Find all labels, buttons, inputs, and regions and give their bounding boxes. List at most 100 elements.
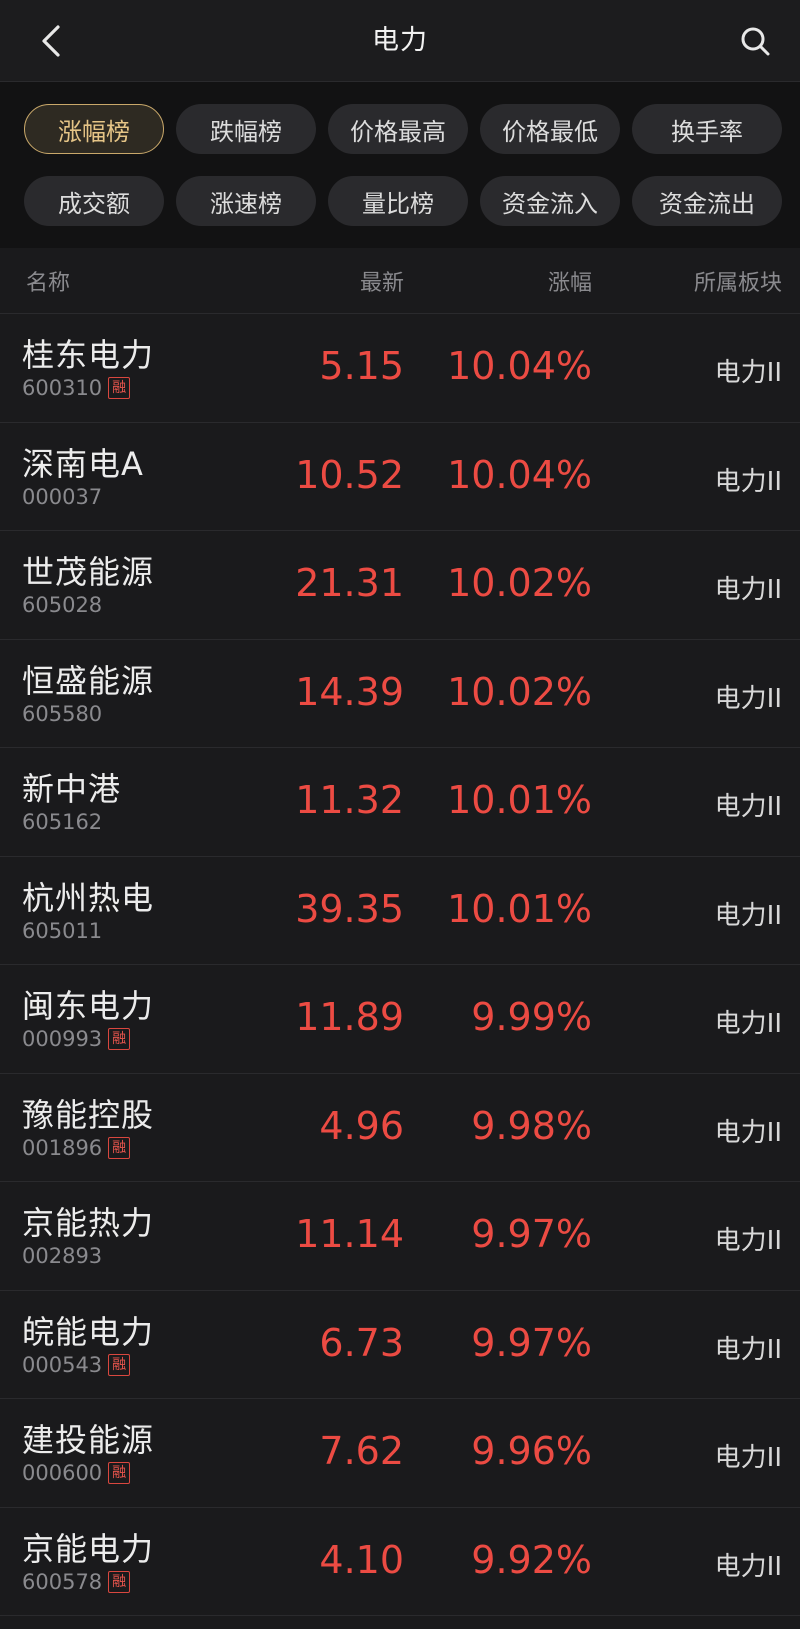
stock-code: 000600 (22, 1461, 103, 1485)
stock-change: 10.04% (447, 344, 592, 388)
stock-code: 605011 (22, 918, 103, 943)
table-row[interactable]: 深南电A 000037 10.52 10.04% 电力II (0, 423, 800, 531)
stock-change: 9.96% (471, 1429, 592, 1473)
table-row[interactable]: 闽东电力 000993 融 11.89 9.99% 电力II (0, 965, 800, 1074)
filter-chip-gainers[interactable]: 涨幅榜 (24, 104, 164, 154)
table-row[interactable]: 世茂能源 605028 21.31 10.02% 电力II (0, 531, 800, 640)
stock-change: 10.01% (447, 778, 592, 822)
stock-sector: 电力II (714, 1009, 782, 1039)
stock-code: 605162 (22, 810, 103, 834)
search-button[interactable] (732, 18, 778, 64)
table-row[interactable]: 杭州热电 605011 39.35 10.01% 电力II (0, 857, 800, 965)
table-row[interactable]: 恒盛能源 605580 14.39 10.02% 电力II (0, 640, 800, 748)
table-header: 名称 最新 涨幅 所属板块 (0, 248, 800, 314)
stock-sector: 电力II (714, 792, 782, 822)
stock-code-line: 000543 融 (22, 1352, 131, 1377)
table-row[interactable]: 皖能电力 000543 融 6.73 9.97% 电力II (0, 1291, 800, 1399)
stock-price: 4.96 (319, 1103, 404, 1148)
table-row[interactable]: 新中港 605162 11.32 10.01% 电力II (0, 748, 800, 857)
stock-code-line: 605580 (22, 702, 102, 726)
stock-price: 21.31 (295, 561, 404, 605)
search-icon (741, 27, 770, 56)
stock-name: 杭州热电 (22, 878, 155, 917)
stock-code-line: 000037 (22, 485, 102, 509)
margin-trading-badge: 融 (108, 1462, 131, 1484)
column-header-change[interactable]: 涨幅 (548, 265, 592, 297)
stock-sector: 电力II (714, 1334, 782, 1365)
stock-name: 恒盛能源 (22, 661, 155, 700)
stock-sector: 电力II (714, 1443, 782, 1473)
stock-change: 10.04% (447, 452, 592, 497)
stock-change: 10.02% (447, 561, 592, 605)
stock-price: 5.15 (319, 344, 404, 388)
stock-sector: 电力II (714, 683, 782, 714)
column-header-price[interactable]: 最新 (360, 265, 404, 297)
stock-change: 9.99% (471, 995, 592, 1039)
stock-code: 605028 (22, 593, 103, 617)
stock-sector: 电力II (714, 900, 782, 931)
stock-name: 深南电A (22, 444, 144, 483)
stock-price: 39.35 (295, 886, 404, 931)
table-row[interactable]: 京能热力 002893 11.14 9.97% 电力II (0, 1182, 800, 1291)
filter-chip-volume[interactable]: 成交额 (24, 176, 164, 226)
stock-code: 600310 (22, 376, 103, 400)
margin-trading-badge: 融 (108, 1353, 131, 1376)
stock-name: 闽东电力 (22, 987, 155, 1025)
stock-code-line: 605011 (22, 919, 102, 943)
stock-code: 600578 (22, 1569, 103, 1594)
filter-chip-fund-outflow[interactable]: 资金流出 (632, 176, 782, 226)
stock-code: 000993 (22, 1027, 103, 1051)
stock-sector: 电力II (714, 1226, 782, 1256)
filter-chip-speed[interactable]: 涨速榜 (176, 176, 316, 226)
stock-price: 14.39 (295, 669, 404, 714)
stock-sector: 电力II (714, 1551, 782, 1582)
stock-name: 豫能控股 (22, 1095, 155, 1134)
stock-sector: 电力II (714, 1117, 782, 1148)
stock-change: 10.01% (447, 886, 592, 931)
stock-change: 9.97% (471, 1320, 592, 1365)
filter-chip-volume-ratio[interactable]: 量比榜 (328, 176, 468, 226)
stock-sector: 电力II (714, 575, 782, 605)
column-header-name[interactable]: 名称 (26, 265, 70, 297)
stock-name: 京能电力 (22, 1529, 155, 1568)
stock-change: 9.92% (471, 1537, 592, 1582)
filter-chip-turnover[interactable]: 换手率 (632, 104, 782, 154)
stock-code: 001896 (22, 1135, 103, 1160)
stock-price: 6.73 (319, 1320, 404, 1365)
column-header-sector[interactable]: 所属板块 (694, 265, 782, 297)
filter-chip-fund-inflow[interactable]: 资金流入 (480, 176, 620, 226)
stock-code-line: 001896 融 (22, 1135, 131, 1160)
stock-code-line: 000993 融 (22, 1027, 131, 1051)
stock-code-line: 000600 融 (22, 1461, 131, 1485)
stock-sector: 电力II (714, 466, 782, 497)
table-row[interactable]: 豫能控股 001896 融 4.96 9.98% 电力II (0, 1074, 800, 1182)
stock-change: 9.97% (471, 1212, 592, 1256)
stock-code: 000037 (22, 484, 103, 509)
margin-trading-badge: 融 (108, 377, 131, 399)
stock-code-line: 002893 (22, 1244, 102, 1268)
stock-price: 11.14 (295, 1212, 404, 1256)
stock-sector: 电力II (714, 358, 782, 388)
stock-price: 7.62 (319, 1429, 404, 1473)
margin-trading-badge: 融 (108, 1570, 131, 1593)
stock-change: 9.98% (471, 1103, 592, 1148)
stock-name: 世茂能源 (22, 553, 155, 591)
stock-code-line: 605162 (22, 810, 102, 834)
stock-price: 10.52 (295, 452, 404, 497)
ranking-filters: 涨幅榜 跌幅榜 价格最高 价格最低 换手率 成交额 涨速榜 量比榜 资金流入 资… (0, 82, 800, 248)
filter-chip-price-high[interactable]: 价格最高 (328, 104, 468, 154)
filter-row-1: 涨幅榜 跌幅榜 价格最高 价格最低 换手率 (24, 104, 786, 154)
stock-code: 605580 (22, 701, 103, 726)
filter-chip-losers[interactable]: 跌幅榜 (176, 104, 316, 154)
table-row[interactable]: 建投能源 000600 融 7.62 9.96% 电力II (0, 1399, 800, 1508)
table-row[interactable]: 桂东电力 600310 融 5.15 10.04% 电力II (0, 314, 800, 423)
stock-price: 11.89 (295, 995, 404, 1039)
stock-code: 000543 (22, 1352, 103, 1377)
stock-name: 京能热力 (22, 1204, 155, 1242)
margin-trading-badge: 融 (108, 1136, 131, 1159)
margin-trading-badge: 融 (108, 1028, 131, 1050)
stock-list: 桂东电力 600310 融 5.15 10.04% 电力II 深南电A 000037 10.52… (0, 314, 800, 1616)
stock-change: 10.02% (447, 669, 592, 714)
filter-chip-price-low[interactable]: 价格最低 (480, 104, 620, 154)
table-row[interactable]: 京能电力 600578 融 4.10 9.92% 电力II (0, 1508, 800, 1616)
